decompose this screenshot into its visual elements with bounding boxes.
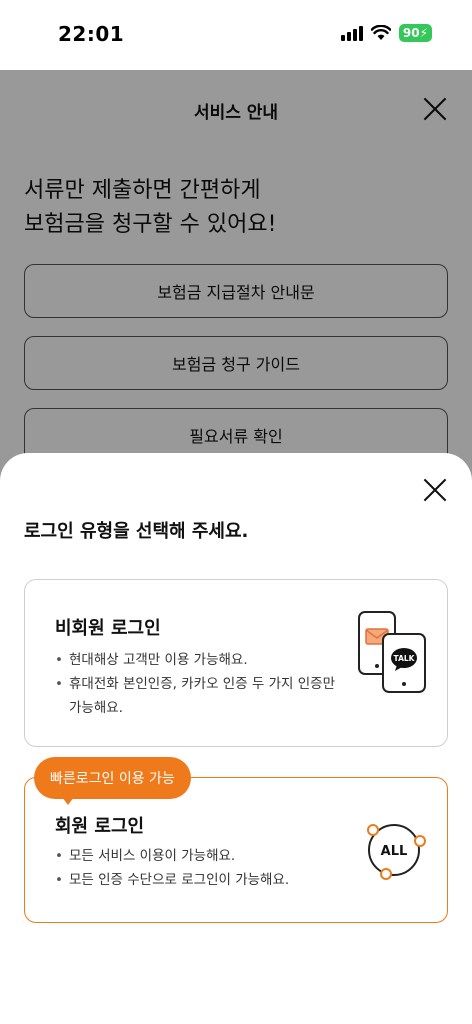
status-icons: 90⚡ [340,24,432,42]
talk-icon-text: TALK [394,654,416,663]
guest-login-title: 비회원 로그인 [55,618,161,639]
list-item: 현대해상 고객만 이용 가능해요. [55,648,345,672]
member-login-title: 회원 로그인 [55,816,145,837]
list-item: 모든 서비스 이용이 가능해요. [55,844,355,868]
quick-login-badge: 빠른로그인 이용 가능 [34,757,191,799]
list-item: 모든 인증 수단으로 로그인이 가능해요. [55,868,355,892]
all-icon-text: ALL [381,844,408,859]
guest-login-bullets: 현대해상 고객만 이용 가능해요. 휴대전화 본인인증, 카카오 인증 두 가지… [55,648,345,720]
list-item: 휴대전화 본인인증, 카카오 인증 두 가지 인증만 가능해요. [55,672,345,720]
battery-icon: 90⚡ [398,24,432,42]
status-bar: 22:01 90⚡ [0,0,472,70]
battery-bolt: ⚡ [419,26,428,40]
sheet-close-icon[interactable] [422,477,448,503]
wifi-icon [370,25,391,40]
status-time: 22:01 [58,22,125,46]
member-login-bullets: 모든 서비스 이용이 가능해요. 모든 인증 수단으로 로그인이 가능해요. [55,844,355,892]
login-type-sheet: 로그인 유형을 선택해 주세요. 비회원 로그인 현대해상 고객만 이용 가능해… [0,453,472,1024]
battery-level: 90 [402,26,420,40]
badge-tail [62,797,74,805]
phones-kakao-icon: TALK [358,611,426,693]
all-auth-icon: ALL [367,824,426,880]
sheet-title: 로그인 유형을 선택해 주세요. [24,521,249,542]
signal-icon [340,25,363,41]
guest-login-card[interactable]: 비회원 로그인 현대해상 고객만 이용 가능해요. 휴대전화 본인인증, 카카오… [24,579,448,747]
